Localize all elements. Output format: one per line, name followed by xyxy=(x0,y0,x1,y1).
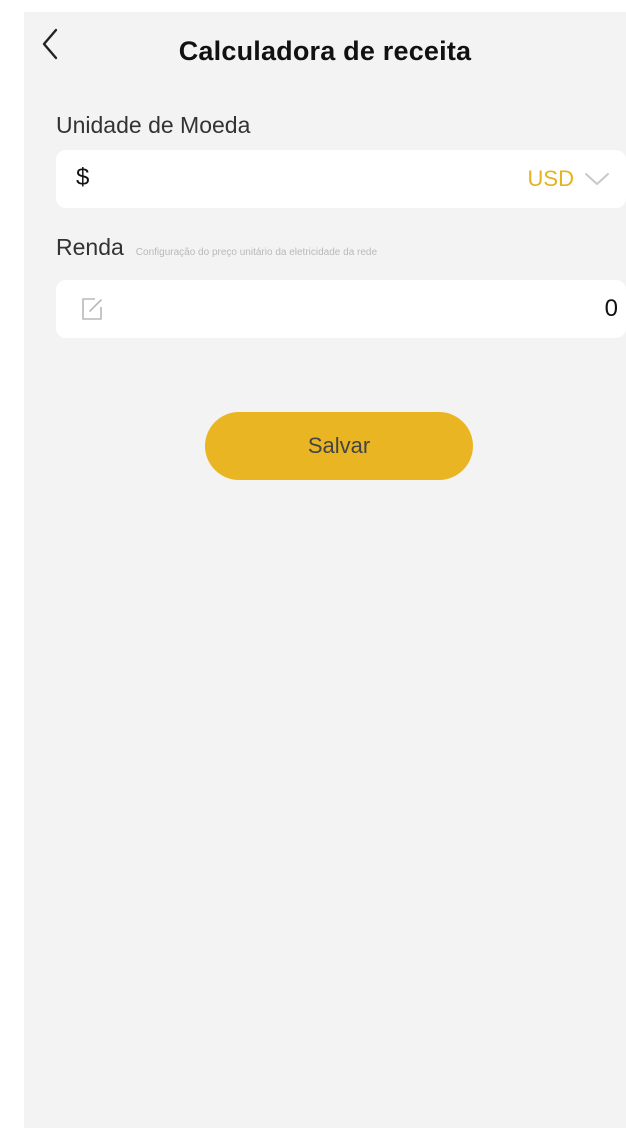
edit-icon xyxy=(80,296,106,322)
income-input[interactable] xyxy=(120,290,618,328)
currency-card: $ USD xyxy=(56,150,626,208)
income-hint: Configuração do preço unitário da eletri… xyxy=(135,247,378,258)
header: Calculadora de receita xyxy=(24,12,626,92)
income-label: Renda xyxy=(56,234,124,260)
income-label-row: Renda Configuração do preço unitário da … xyxy=(56,234,377,261)
currency-symbol: $ xyxy=(76,164,90,191)
currency-select[interactable]: USD xyxy=(528,163,610,195)
save-button[interactable]: Salvar xyxy=(205,412,473,480)
screen: Calculadora de receita Unidade de Moeda … xyxy=(24,12,626,1128)
currency-code: USD xyxy=(527,166,574,191)
currency-unit-label: Unidade de Moeda xyxy=(56,112,251,138)
chevron-down-icon xyxy=(584,171,610,187)
page-title: Calculadora de receita xyxy=(178,36,472,66)
income-card xyxy=(56,280,626,338)
